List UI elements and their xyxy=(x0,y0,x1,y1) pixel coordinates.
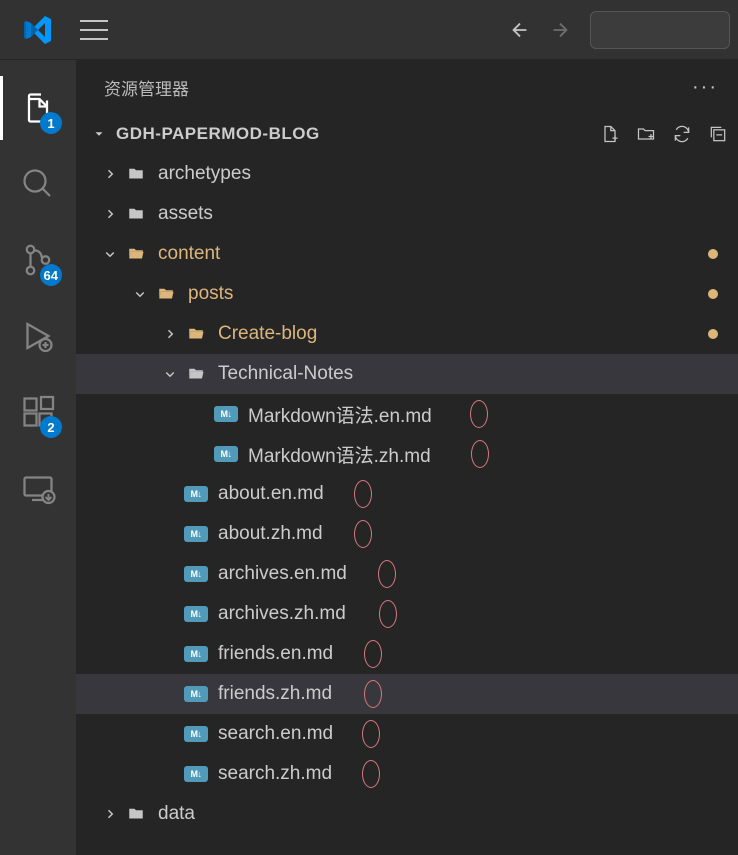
tree-file[interactable]: M↓ archives.en.md xyxy=(76,554,738,594)
markdown-file-icon: M↓ xyxy=(184,682,208,706)
chevron-down-icon xyxy=(104,248,124,260)
tree-item-label: data xyxy=(158,803,718,825)
markdown-file-icon: M↓ xyxy=(184,562,208,586)
scm-badge: 64 xyxy=(40,264,62,286)
tree-item-label: archives.en.md xyxy=(218,563,718,585)
markdown-file-icon: M↓ xyxy=(184,522,208,546)
folder-icon xyxy=(124,162,148,186)
folder-icon xyxy=(124,802,148,826)
chevron-right-icon xyxy=(104,808,124,820)
folder-icon xyxy=(184,322,208,346)
activity-source-control[interactable]: 64 xyxy=(0,222,76,298)
collapse-all-icon[interactable] xyxy=(706,122,730,146)
explorer-sidebar: 资源管理器 ··· GDH-PAPERMOD-BLOG archetypes as… xyxy=(76,60,738,855)
tree-file[interactable]: M↓ search.en.md xyxy=(76,714,738,754)
chevron-down-icon xyxy=(164,368,184,380)
new-file-icon[interactable] xyxy=(598,122,622,146)
main: 1 64 2 资源管理器 ··· GDH-PAPERMOD-BLOG xyxy=(0,60,738,855)
titlebar xyxy=(0,0,738,60)
project-name: GDH-PAPERMOD-BLOG xyxy=(116,124,598,144)
tree-folder[interactable]: Technical-Notes xyxy=(76,354,738,394)
tree-item-label: Markdown语法.en.md xyxy=(248,401,718,428)
tree-file[interactable]: M↓ Markdown语法.en.md xyxy=(76,394,738,434)
modified-indicator-icon xyxy=(708,289,718,299)
chevron-down-icon xyxy=(134,288,154,300)
tree-file[interactable]: M↓ search.zh.md xyxy=(76,754,738,794)
refresh-icon[interactable] xyxy=(670,122,694,146)
activity-search[interactable] xyxy=(0,146,76,222)
tree-folder[interactable]: archetypes xyxy=(76,154,738,194)
activity-run-debug[interactable] xyxy=(0,298,76,374)
modified-indicator-icon xyxy=(708,249,718,259)
explorer-more-icon[interactable]: ··· xyxy=(692,76,718,99)
nav-forward-button[interactable] xyxy=(540,10,580,50)
tree-file[interactable]: M↓ friends.zh.md xyxy=(76,674,738,714)
markdown-file-icon: M↓ xyxy=(184,602,208,626)
markdown-file-icon: M↓ xyxy=(184,762,208,786)
tree-folder[interactable]: Create-blog xyxy=(76,314,738,354)
activity-extensions[interactable]: 2 xyxy=(0,374,76,450)
project-actions xyxy=(598,122,730,146)
activity-bar: 1 64 2 xyxy=(0,60,76,855)
tree-folder[interactable]: data xyxy=(76,794,738,834)
markdown-file-icon: M↓ xyxy=(214,402,238,426)
chevron-right-icon xyxy=(164,328,184,340)
markdown-file-icon: M↓ xyxy=(214,442,238,466)
tree-item-label: Technical-Notes xyxy=(218,363,718,385)
tree-folder[interactable]: posts xyxy=(76,274,738,314)
explorer-badge: 1 xyxy=(40,112,62,134)
markdown-file-icon: M↓ xyxy=(184,722,208,746)
chevron-down-icon xyxy=(92,127,112,141)
tree-item-label: search.en.md xyxy=(218,723,718,745)
folder-icon xyxy=(124,202,148,226)
tree-folder[interactable]: content xyxy=(76,234,738,274)
tree-item-label: content xyxy=(158,243,708,265)
tree-item-label: archetypes xyxy=(158,163,718,185)
tree-item-label: about.en.md xyxy=(218,483,718,505)
activity-explorer[interactable]: 1 xyxy=(0,70,76,146)
explorer-title: 资源管理器 xyxy=(104,75,189,100)
folder-icon xyxy=(124,242,148,266)
tree-item-label: posts xyxy=(188,283,708,305)
chevron-right-icon xyxy=(104,208,124,220)
markdown-file-icon: M↓ xyxy=(184,642,208,666)
tree-folder[interactable]: assets xyxy=(76,194,738,234)
tree-item-label: Create-blog xyxy=(218,323,708,345)
folder-icon xyxy=(154,282,178,306)
tree-file[interactable]: M↓ Markdown语法.zh.md xyxy=(76,434,738,474)
tree-item-label: friends.en.md xyxy=(218,643,718,665)
new-folder-icon[interactable] xyxy=(634,122,658,146)
tree-file[interactable]: M↓ friends.en.md xyxy=(76,634,738,674)
chevron-right-icon xyxy=(104,168,124,180)
command-center-search[interactable] xyxy=(590,11,730,49)
markdown-file-icon: M↓ xyxy=(184,482,208,506)
project-header[interactable]: GDH-PAPERMOD-BLOG xyxy=(76,114,738,154)
tree-file[interactable]: M↓ about.en.md xyxy=(76,474,738,514)
extensions-badge: 2 xyxy=(40,416,62,438)
tree-item-label: about.zh.md xyxy=(218,523,718,545)
tree-file[interactable]: M↓ archives.zh.md xyxy=(76,594,738,634)
modified-indicator-icon xyxy=(708,329,718,339)
activity-remote[interactable] xyxy=(0,450,76,526)
explorer-header: 资源管理器 ··· xyxy=(76,60,738,114)
tree-item-label: archives.zh.md xyxy=(218,603,718,625)
vscode-logo-icon xyxy=(20,12,56,48)
tree-item-label: Markdown语法.zh.md xyxy=(248,441,718,468)
tree-item-label: friends.zh.md xyxy=(218,683,718,705)
menu-button[interactable] xyxy=(80,20,108,40)
tree-item-label: assets xyxy=(158,203,718,225)
nav-back-button[interactable] xyxy=(500,10,540,50)
tree-item-label: search.zh.md xyxy=(218,763,718,785)
folder-icon xyxy=(184,362,208,386)
tree-file[interactable]: M↓ about.zh.md xyxy=(76,514,738,554)
file-tree[interactable]: archetypes assets content posts Create-blog T… xyxy=(76,154,738,855)
